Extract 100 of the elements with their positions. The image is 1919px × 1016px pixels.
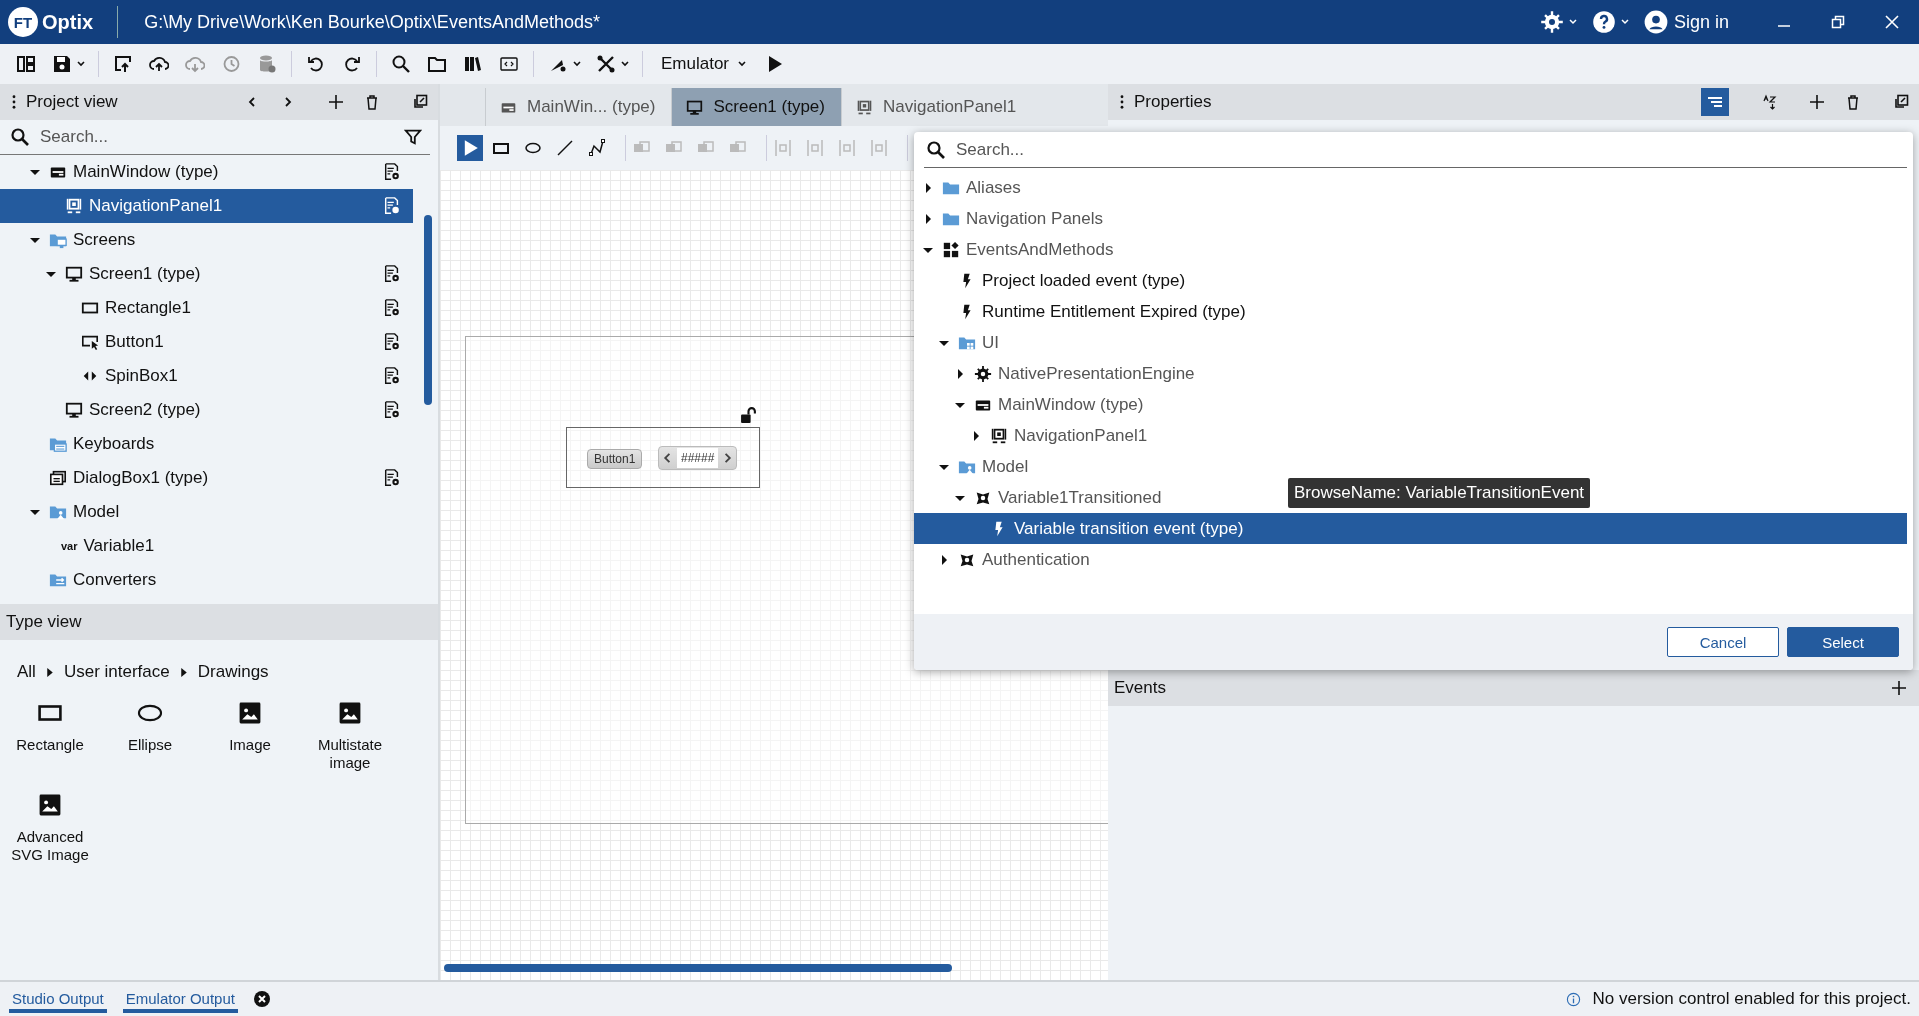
tree-item[interactable]: Variable transition event (type) [914, 513, 1907, 544]
tree-item[interactable]: Authentication [914, 544, 1098, 575]
more-icon[interactable] [12, 95, 16, 109]
line-icon[interactable] [555, 138, 575, 158]
tree-item[interactable]: EventsAndMethods [914, 234, 1122, 265]
tree-item[interactable]: MainWindow (type) [914, 389, 1152, 420]
window-title: G:\My Drive\Work\Ken Bourke\Optix\EventsAndMethods* [144, 11, 600, 33]
emulator-dropdown[interactable]: Emulator [649, 54, 758, 74]
settings-icon[interactable] [383, 469, 401, 487]
save-icon[interactable] [52, 54, 72, 74]
toolbox-item[interactable]: Advanced SVG Image [0, 792, 100, 864]
upload-icon[interactable] [149, 54, 169, 74]
caret-icon[interactable] [572, 59, 582, 69]
scrollbar[interactable] [444, 964, 952, 972]
settings-icon[interactable] [383, 163, 401, 181]
breadcrumb-link[interactable]: All [13, 662, 40, 682]
tree-item[interactable]: Keyboards [0, 427, 413, 461]
search-icon [926, 139, 946, 160]
restore-icon[interactable] [1831, 15, 1845, 29]
rectangle-shape[interactable] [566, 427, 760, 488]
sign-in-link[interactable]: Sign in [1673, 11, 1729, 33]
trash-icon[interactable] [1845, 94, 1861, 110]
breadcrumb-link[interactable]: Drawings [193, 662, 273, 682]
filter-icon[interactable] [404, 128, 422, 146]
plus-icon[interactable] [328, 94, 344, 110]
gear-icon [974, 364, 992, 383]
tree-item[interactable]: NativePresentationEngine [914, 358, 1203, 389]
plus-icon[interactable] [1891, 680, 1907, 696]
tree-item[interactable]: Converters [0, 563, 413, 597]
trash-icon[interactable] [364, 94, 380, 110]
caret-icon[interactable] [76, 59, 86, 69]
popout-icon[interactable] [1893, 94, 1909, 110]
cancel-button[interactable]: Cancel [1667, 627, 1779, 657]
caret-icon[interactable] [620, 59, 630, 69]
tree-item[interactable]: Screen1 (type) [0, 257, 413, 291]
caret-icon[interactable] [1567, 17, 1578, 27]
scrollbar[interactable] [424, 215, 432, 405]
tree-item[interactable]: NavigationPanel1 [0, 189, 413, 223]
help-icon[interactable] [1591, 10, 1616, 34]
settings-icon[interactable] [383, 367, 401, 385]
search-icon[interactable] [391, 54, 411, 74]
tree-item[interactable]: Aliases [914, 172, 1029, 203]
settings-icon[interactable] [383, 401, 401, 419]
tree-item[interactable]: Project loaded event (type) [914, 265, 1194, 296]
close-icon[interactable] [1885, 15, 1899, 29]
panel-icon [990, 426, 1008, 445]
settings-icon[interactable] [383, 265, 401, 283]
output-tab[interactable]: Studio Output [9, 985, 107, 1013]
editor-tab[interactable]: Screen1 (type) [671, 88, 841, 126]
pointer-tool-icon[interactable] [457, 135, 483, 161]
select-button[interactable]: Select [1787, 627, 1899, 657]
folder-icon[interactable] [427, 54, 447, 74]
undo-icon[interactable] [306, 54, 326, 74]
toolbox-item[interactable]: Rectangle [0, 700, 100, 772]
tree-item[interactable]: NavigationPanel1 [914, 420, 1156, 451]
tree-item[interactable]: Variable1Transitioned [914, 482, 1170, 513]
tree-item[interactable]: Model [0, 495, 413, 529]
settings-icon[interactable] [383, 333, 401, 351]
library-icon[interactable] [463, 54, 483, 74]
settings-icon[interactable] [383, 197, 401, 215]
database-icon[interactable] [257, 54, 277, 74]
export-icon[interactable] [113, 54, 133, 74]
tree-item[interactable]: Screen2 (type) [0, 393, 413, 427]
output-tab[interactable]: Emulator Output [122, 985, 238, 1013]
tree-item[interactable]: UI [914, 327, 1007, 358]
image-icon [237, 700, 263, 726]
search-field[interactable]: Search... [956, 139, 1907, 160]
search-field[interactable]: Search... [40, 127, 404, 147]
tree-item[interactable]: Model [914, 451, 1037, 482]
tree-item[interactable]: Rectangle1 [0, 291, 413, 325]
polyline-icon[interactable] [587, 138, 607, 158]
spinbox[interactable]: ##### [658, 446, 738, 470]
caret-icon[interactable] [1619, 17, 1630, 27]
toolbox-item[interactable]: Ellipse [100, 700, 200, 772]
tree-item[interactable]: Screens [0, 223, 413, 257]
tree-item[interactable]: DialogBox1 (type) [0, 461, 413, 495]
sort-icon[interactable] [1701, 88, 1729, 116]
layout-icon[interactable] [16, 54, 36, 74]
tree-item[interactable]: var Variable1 [0, 529, 413, 563]
tree-item[interactable]: Button1 [0, 325, 413, 359]
sort-alpha-icon[interactable] [1761, 94, 1777, 110]
close-icon[interactable] [253, 991, 270, 1007]
settings-icon[interactable] [1539, 10, 1564, 34]
tree-item[interactable]: Navigation Panels [914, 203, 1112, 234]
redo-icon[interactable] [342, 54, 362, 74]
toolbox-item[interactable]: Image [200, 700, 300, 772]
tools-icon[interactable] [596, 54, 616, 74]
unlock-icon[interactable] [740, 407, 757, 424]
plus-icon[interactable] [1809, 94, 1825, 110]
tree-item[interactable]: MainWindow (type) [0, 155, 413, 189]
tree-item[interactable]: Runtime Entitlement Expired (type) [914, 296, 1254, 327]
more-icon[interactable] [1120, 95, 1124, 109]
toolbox-item[interactable]: Multistate image [300, 700, 400, 772]
tree-item[interactable]: SpinBox1 [0, 359, 413, 393]
caret-icon[interactable] [737, 59, 748, 69]
popout-icon[interactable] [412, 94, 428, 110]
settings-icon[interactable] [383, 299, 401, 317]
canvas-button[interactable]: Button1 [587, 449, 643, 469]
code-icon[interactable] [499, 54, 519, 74]
breadcrumb-link[interactable]: User interface [59, 662, 174, 682]
